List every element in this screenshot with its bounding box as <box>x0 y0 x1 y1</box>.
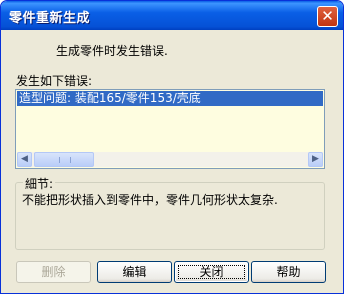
close-icon: ✕ <box>321 7 334 25</box>
grip-icon <box>59 157 71 163</box>
details-groupbox: 細节: 不能把形状插入到零件中，零件几何形状太复杂. <box>15 175 325 250</box>
delete-button[interactable]: 删除 <box>16 261 91 283</box>
horizontal-scrollbar[interactable]: ◀ ▶ <box>17 152 323 167</box>
error-listbox[interactable]: 造型问题: 装配165/零件153/壳底 ◀ ▶ <box>15 89 325 169</box>
scrollbar-thumb[interactable] <box>34 152 94 167</box>
focus-ring <box>178 265 245 279</box>
close-window-button[interactable]: ✕ <box>317 6 338 27</box>
details-text: 不能把形状插入到零件中，零件几何形状太复杂. <box>22 193 278 207</box>
close-button[interactable]: 关闭 <box>174 261 249 283</box>
details-label: 細节: <box>23 175 56 192</box>
help-button[interactable]: 帮助 <box>251 261 326 283</box>
dialog-window: 零件重新生成 ✕ 生成零件时发生错误. 发生如下错误: 造型问题: 装配165/… <box>0 0 344 294</box>
arrow-left-icon[interactable]: ◀ <box>17 152 32 167</box>
error-list-item[interactable]: 造型问题: 装配165/零件153/壳底 <box>17 91 323 106</box>
title-bar[interactable]: 零件重新生成 ✕ <box>1 1 343 30</box>
error-list-label: 发生如下错误: <box>16 74 93 88</box>
edit-button[interactable]: 编辑 <box>97 261 172 283</box>
arrow-right-icon[interactable]: ▶ <box>308 152 323 167</box>
error-message: 生成零件时发生错误. <box>56 44 168 58</box>
window-title: 零件重新生成 <box>9 11 91 26</box>
